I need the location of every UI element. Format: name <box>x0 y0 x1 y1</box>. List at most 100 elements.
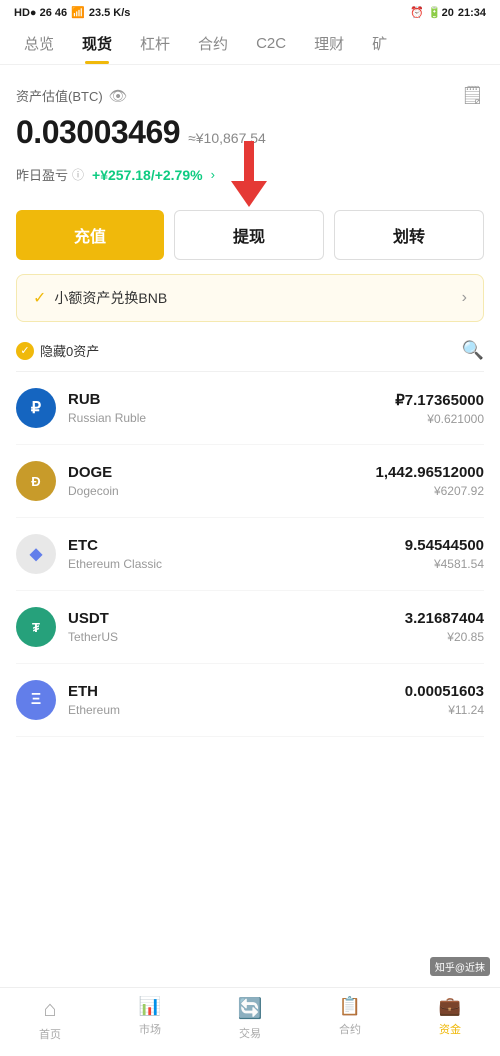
doge-amount: 1,442.96512000 <box>376 464 484 481</box>
usdt-cny: ¥20.85 <box>405 630 484 644</box>
bottom-nav-market[interactable]: 📊 市场 <box>100 996 200 1042</box>
pnl-value: +¥257.18/+2.79% <box>92 167 203 183</box>
asset-title-text: 资产估值(BTC) <box>16 86 103 105</box>
coin-item-eth[interactable]: Ξ ETH Ethereum 0.00051603 ¥11.24 <box>16 664 484 737</box>
usdt-symbol: USDT <box>68 610 405 627</box>
bottom-nav-contract[interactable]: 📋 合约 <box>300 996 400 1042</box>
doge-icon: Ð <box>16 461 56 501</box>
funds-label: 资金 <box>439 1021 461 1037</box>
bnb-banner[interactable]: ✓ 小额资产兑换BNB › <box>16 274 484 322</box>
hide-zero-row[interactable]: ✓ 隐藏0资产 <box>16 341 99 360</box>
bnb-banner-left: ✓ 小额资产兑换BNB <box>33 288 167 308</box>
eth-symbol: ETH <box>68 683 405 700</box>
rub-info: RUB Russian Ruble <box>68 391 395 425</box>
rub-balance: ₽7.17365000 ¥0.621000 <box>395 391 484 426</box>
action-buttons: 充值 提现 划转 <box>0 200 500 274</box>
doge-name: Dogecoin <box>68 484 376 498</box>
hide-zero-label: 隐藏0资产 <box>40 341 99 360</box>
eth-info: ETH Ethereum <box>68 683 405 717</box>
asset-title-row: 资产估值(BTC) 👁 🗒 <box>16 85 484 106</box>
market-label: 市场 <box>139 1021 161 1037</box>
status-wifi: 📶 <box>71 6 85 19</box>
asset-title-left: 资产估值(BTC) 👁 <box>16 86 128 105</box>
doge-symbol: DOGE <box>68 464 376 481</box>
coin-item-usdt[interactable]: ₮ USDT TetherUS 3.21687404 ¥20.85 <box>16 591 484 664</box>
etc-cny: ¥4581.54 <box>405 557 484 571</box>
home-icon: ⌂ <box>43 996 56 1022</box>
status-battery: 🔋20 <box>428 6 454 19</box>
doge-info: DOGE Dogecoin <box>68 464 376 498</box>
rub-cny: ¥0.621000 <box>395 412 484 426</box>
withdraw-button[interactable]: 提现 <box>174 210 324 260</box>
etc-symbol: ETC <box>68 537 405 554</box>
status-time: 21:34 <box>458 7 486 19</box>
etc-info: ETC Ethereum Classic <box>68 537 405 571</box>
coin-list: ₽ RUB Russian Ruble ₽7.17365000 ¥0.62100… <box>0 372 500 737</box>
status-bar: HD● 26 46 📶 23.5 K/s ⏰ 🔋20 21:34 <box>0 0 500 23</box>
status-left: HD● 26 46 📶 23.5 K/s <box>14 6 130 19</box>
bottom-nav-trade[interactable]: 🔄 交易 <box>200 996 300 1042</box>
eye-icon[interactable]: 👁 <box>109 87 128 105</box>
pnl-label: 昨日盈亏 ⓘ <box>16 165 84 184</box>
usdt-icon: ₮ <box>16 607 56 647</box>
doge-cny: ¥6207.92 <box>376 484 484 498</box>
bnb-banner-text: 小额资产兑换BNB <box>54 288 167 308</box>
deposit-button[interactable]: 充值 <box>16 210 164 260</box>
etc-amount: 9.54544500 <box>405 537 484 554</box>
contract-icon: 📋 <box>339 996 361 1017</box>
doge-balance: 1,442.96512000 ¥6207.92 <box>376 464 484 498</box>
search-icon[interactable]: 🔍 <box>462 340 484 361</box>
rub-icon: ₽ <box>16 388 56 428</box>
asset-list-header: ✓ 隐藏0资产 🔍 <box>0 336 500 371</box>
bottom-nav: ⌂ 首页 📊 市场 🔄 交易 📋 合约 💼 资金 <box>0 987 500 1056</box>
eth-name: Ethereum <box>68 703 405 717</box>
bnb-check-icon: ✓ <box>33 288 46 308</box>
usdt-info: USDT TetherUS <box>68 610 405 644</box>
tab-c2c[interactable]: C2C <box>242 25 300 62</box>
eth-icon: Ξ <box>16 680 56 720</box>
watermark: 知乎@近抹 <box>430 957 490 976</box>
asset-section: 资产估值(BTC) 👁 🗒 0.03003469 ≈¥10,867.54 昨日盈… <box>0 65 500 200</box>
tab-mining[interactable]: 矿 <box>358 23 401 64</box>
bnb-arrow-icon: › <box>462 289 467 307</box>
tab-margin[interactable]: 杠杆 <box>126 23 184 64</box>
trade-icon: 🔄 <box>238 996 263 1021</box>
contract-label: 合约 <box>339 1021 361 1037</box>
usdt-name: TetherUS <box>68 630 405 644</box>
home-label: 首页 <box>39 1026 61 1042</box>
status-alarm: ⏰ <box>410 6 424 19</box>
tab-earn[interactable]: 理财 <box>300 23 358 64</box>
etc-icon: ◆ <box>16 534 56 574</box>
hide-zero-check-icon: ✓ <box>16 342 34 360</box>
trade-label: 交易 <box>239 1025 261 1041</box>
coin-item-doge[interactable]: Ð DOGE Dogecoin 1,442.96512000 ¥6207.92 <box>16 445 484 518</box>
transfer-button[interactable]: 划转 <box>334 210 484 260</box>
bottom-nav-funds[interactable]: 💼 资金 <box>400 996 500 1042</box>
tab-spot[interactable]: 现货 <box>68 23 126 64</box>
eth-cny: ¥11.24 <box>405 703 484 717</box>
pnl-row: 昨日盈亏 ⓘ +¥257.18/+2.79% › <box>16 165 484 184</box>
tab-futures[interactable]: 合约 <box>184 23 242 64</box>
bottom-nav-home[interactable]: ⌂ 首页 <box>0 996 100 1042</box>
coin-item-etc[interactable]: ◆ ETC Ethereum Classic 9.54544500 ¥4581.… <box>16 518 484 591</box>
rub-name: Russian Ruble <box>68 411 395 425</box>
coin-item-rub[interactable]: ₽ RUB Russian Ruble ₽7.17365000 ¥0.62100… <box>16 372 484 445</box>
nav-tabs: 总览 现货 杠杆 合约 C2C 理财 矿 <box>0 23 500 65</box>
etc-balance: 9.54544500 ¥4581.54 <box>405 537 484 571</box>
tab-overview[interactable]: 总览 <box>10 23 68 64</box>
market-icon: 📊 <box>139 996 161 1017</box>
rub-symbol: RUB <box>68 391 395 408</box>
status-speed: 23.5 K/s <box>89 7 131 19</box>
status-right: ⏰ 🔋20 21:34 <box>410 6 486 19</box>
receipt-icon[interactable]: 🗒 <box>461 85 484 106</box>
usdt-balance: 3.21687404 ¥20.85 <box>405 610 484 644</box>
etc-name: Ethereum Classic <box>68 557 405 571</box>
btc-row: 0.03003469 ≈¥10,867.54 <box>16 114 484 155</box>
usdt-amount: 3.21687404 <box>405 610 484 627</box>
status-network: HD● 26 46 <box>14 7 67 19</box>
eth-balance: 0.00051603 ¥11.24 <box>405 683 484 717</box>
eth-amount: 0.00051603 <box>405 683 484 700</box>
funds-icon: 💼 <box>439 996 461 1017</box>
rub-amount: ₽7.17365000 <box>395 391 484 409</box>
cny-approx: ≈¥10,867.54 <box>188 130 266 146</box>
